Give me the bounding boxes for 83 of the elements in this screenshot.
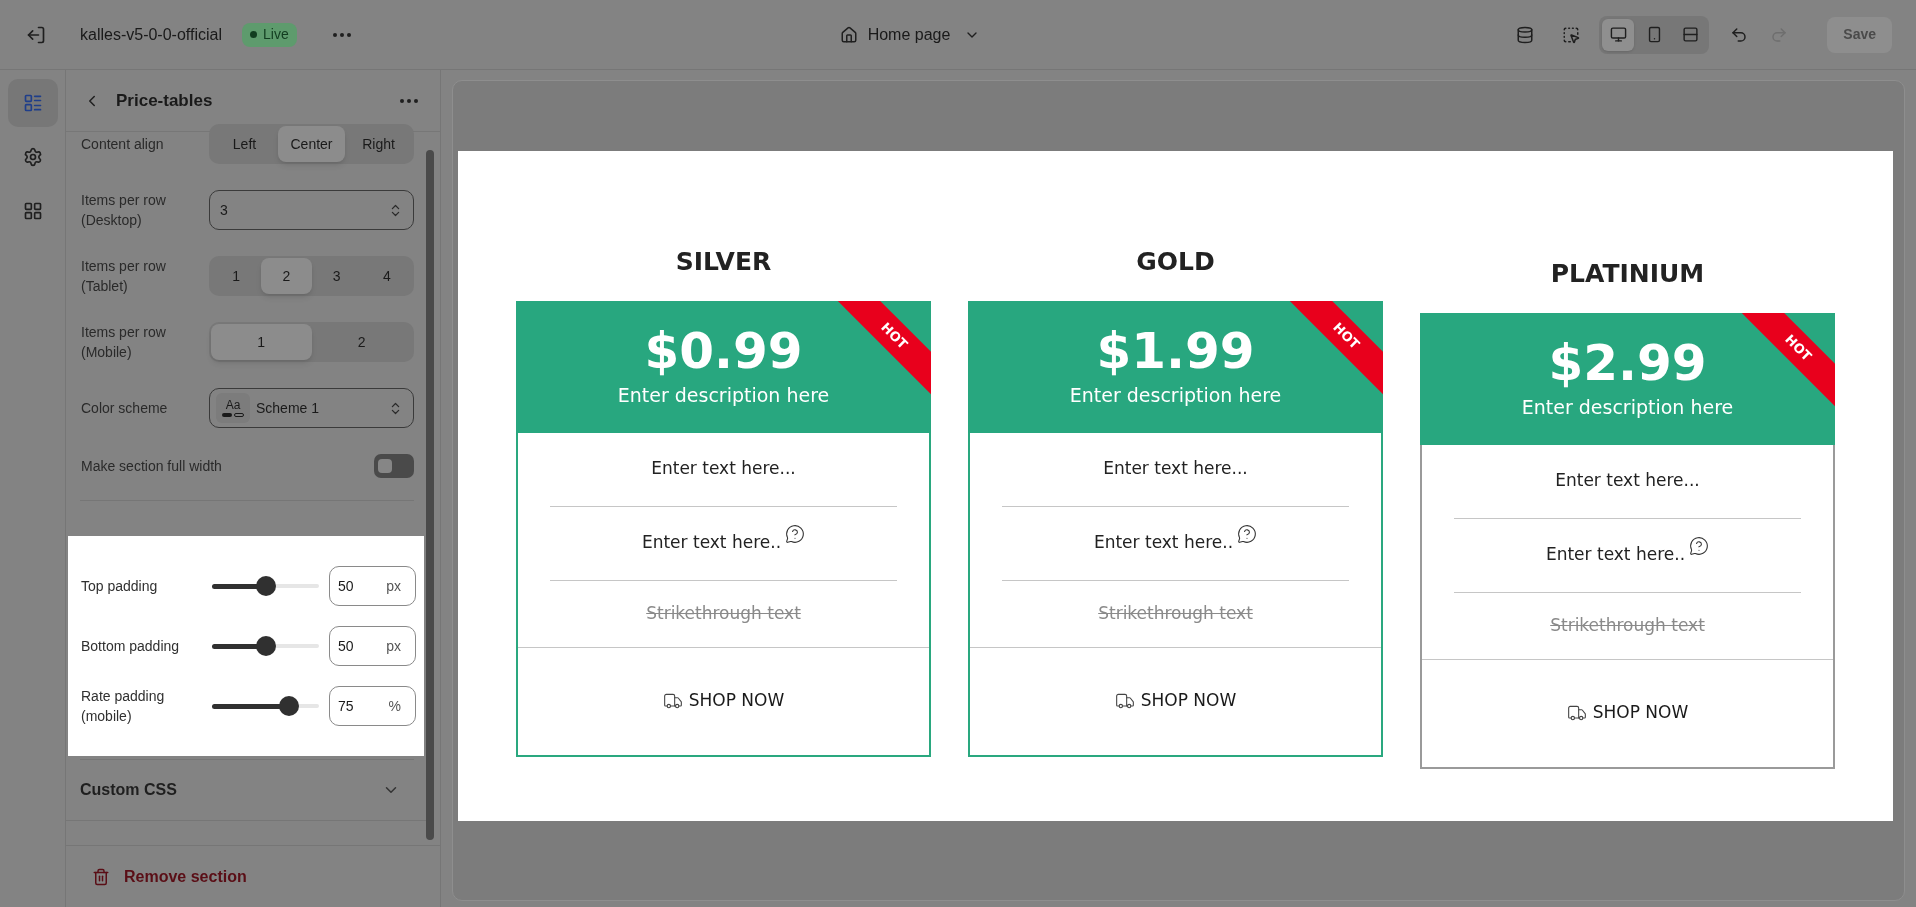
plan-title: PLATINIUM [1549,258,1706,290]
setting-label: Bottom padding [81,637,181,656]
truck-icon [1566,703,1587,723]
feature-text: Enter text here... [1555,469,1700,493]
feature-text: Enter text here.. [641,531,782,555]
store-name: kalles-v5-0-0-official [80,24,222,45]
number-field[interactable]: 50 px [328,626,416,666]
monitor-icon [1609,26,1627,43]
color-swatch: Aa [216,393,250,423]
segment-option[interactable]: Center [278,126,345,162]
setting-label: Content align [81,135,165,154]
exit-icon [26,24,46,45]
segment-option[interactable]: 1 [211,324,312,360]
plan-description: Enter description here [617,383,830,409]
setting-label: Items per row (Tablet) [81,257,167,296]
slider-thumb[interactable] [255,576,276,596]
segment-option[interactable]: 2 [261,258,312,294]
help-bubble-icon [1237,524,1258,545]
slider-track[interactable] [212,636,319,656]
help-bubble-icon [785,524,806,545]
number-field[interactable]: 50 px [328,566,416,606]
database-icon [1516,25,1535,44]
undo-icon [1730,25,1749,44]
feature-text: Enter text here.. [1093,531,1234,555]
feature-text: Enter text here... [1103,457,1248,481]
toggle-switch[interactable] [374,454,414,478]
more-icon [400,98,418,103]
custom-css-toggle[interactable]: Custom CSS [80,760,414,820]
shop-now-button[interactable]: SHOP NOW [1566,700,1689,726]
plan-title: SILVER [674,246,773,278]
setting-label: Make section full width [81,456,222,476]
setting-label: Top padding [81,577,159,596]
select-field[interactable]: Aa Scheme 1 [209,388,414,428]
slider-thumb[interactable] [255,636,276,656]
setting-label: Color scheme [81,399,169,418]
truck-icon [1114,691,1135,711]
feature-text: Enter text here... [651,457,796,481]
slider-thumb[interactable] [279,696,300,716]
segment-option[interactable]: Left [211,126,278,162]
plan-price: $0.99 [644,323,803,380]
setting-label: Items per row (Desktop) [81,191,167,230]
unit-label: px [386,576,402,596]
feature-text: Strikethrough text [646,601,801,625]
truck-icon [662,691,683,711]
trash-icon [92,867,110,886]
slider-track[interactable] [212,696,319,716]
plan-price: $2.99 [1548,335,1707,392]
page-selector[interactable]: Home page [839,22,981,47]
segment-option[interactable]: 1 [211,258,262,294]
rows-icon [1681,26,1699,43]
home-icon [839,25,858,44]
number-field[interactable]: 75 % [328,686,416,726]
apps-icon [22,201,43,221]
sections-icon [22,93,43,113]
setting-label: Rate padding (mobile) [81,687,166,726]
segment-option[interactable]: Right [345,126,412,162]
rail-button[interactable] [7,79,58,127]
plan-description: Enter description here [1069,383,1282,409]
unit-label: % [388,696,402,716]
feature-text: Strikethrough text [1550,613,1705,637]
pointer-icon [1562,25,1581,44]
plan-price: $1.99 [1096,323,1255,380]
segment-option[interactable]: 4 [361,258,412,294]
more-icon [332,32,351,37]
segment-option[interactable]: 3 [311,258,362,294]
settings-icon [22,147,43,167]
feature-text: Enter text here.. [1545,543,1686,567]
select-field[interactable]: 3 [209,190,414,230]
plan-title: GOLD [1135,246,1216,278]
scrollbar[interactable] [426,150,434,840]
help-bubble-icon [1689,536,1710,557]
shop-now-button[interactable]: SHOP NOW [662,688,785,714]
feature-text: Strikethrough text [1098,601,1253,625]
status-badge: Live [242,22,297,47]
panel-title: Price-tables [116,89,214,112]
unit-label: px [386,636,402,656]
view-mode-button[interactable] [1602,18,1635,51]
slider-track[interactable] [212,576,319,596]
plan-description: Enter description here [1521,395,1734,421]
segment-option[interactable]: 2 [311,324,412,360]
shop-now-button[interactable]: SHOP NOW [1114,688,1237,714]
setting-label: Items per row (Mobile) [81,323,167,362]
remove-section-button[interactable]: Remove section [92,864,247,889]
